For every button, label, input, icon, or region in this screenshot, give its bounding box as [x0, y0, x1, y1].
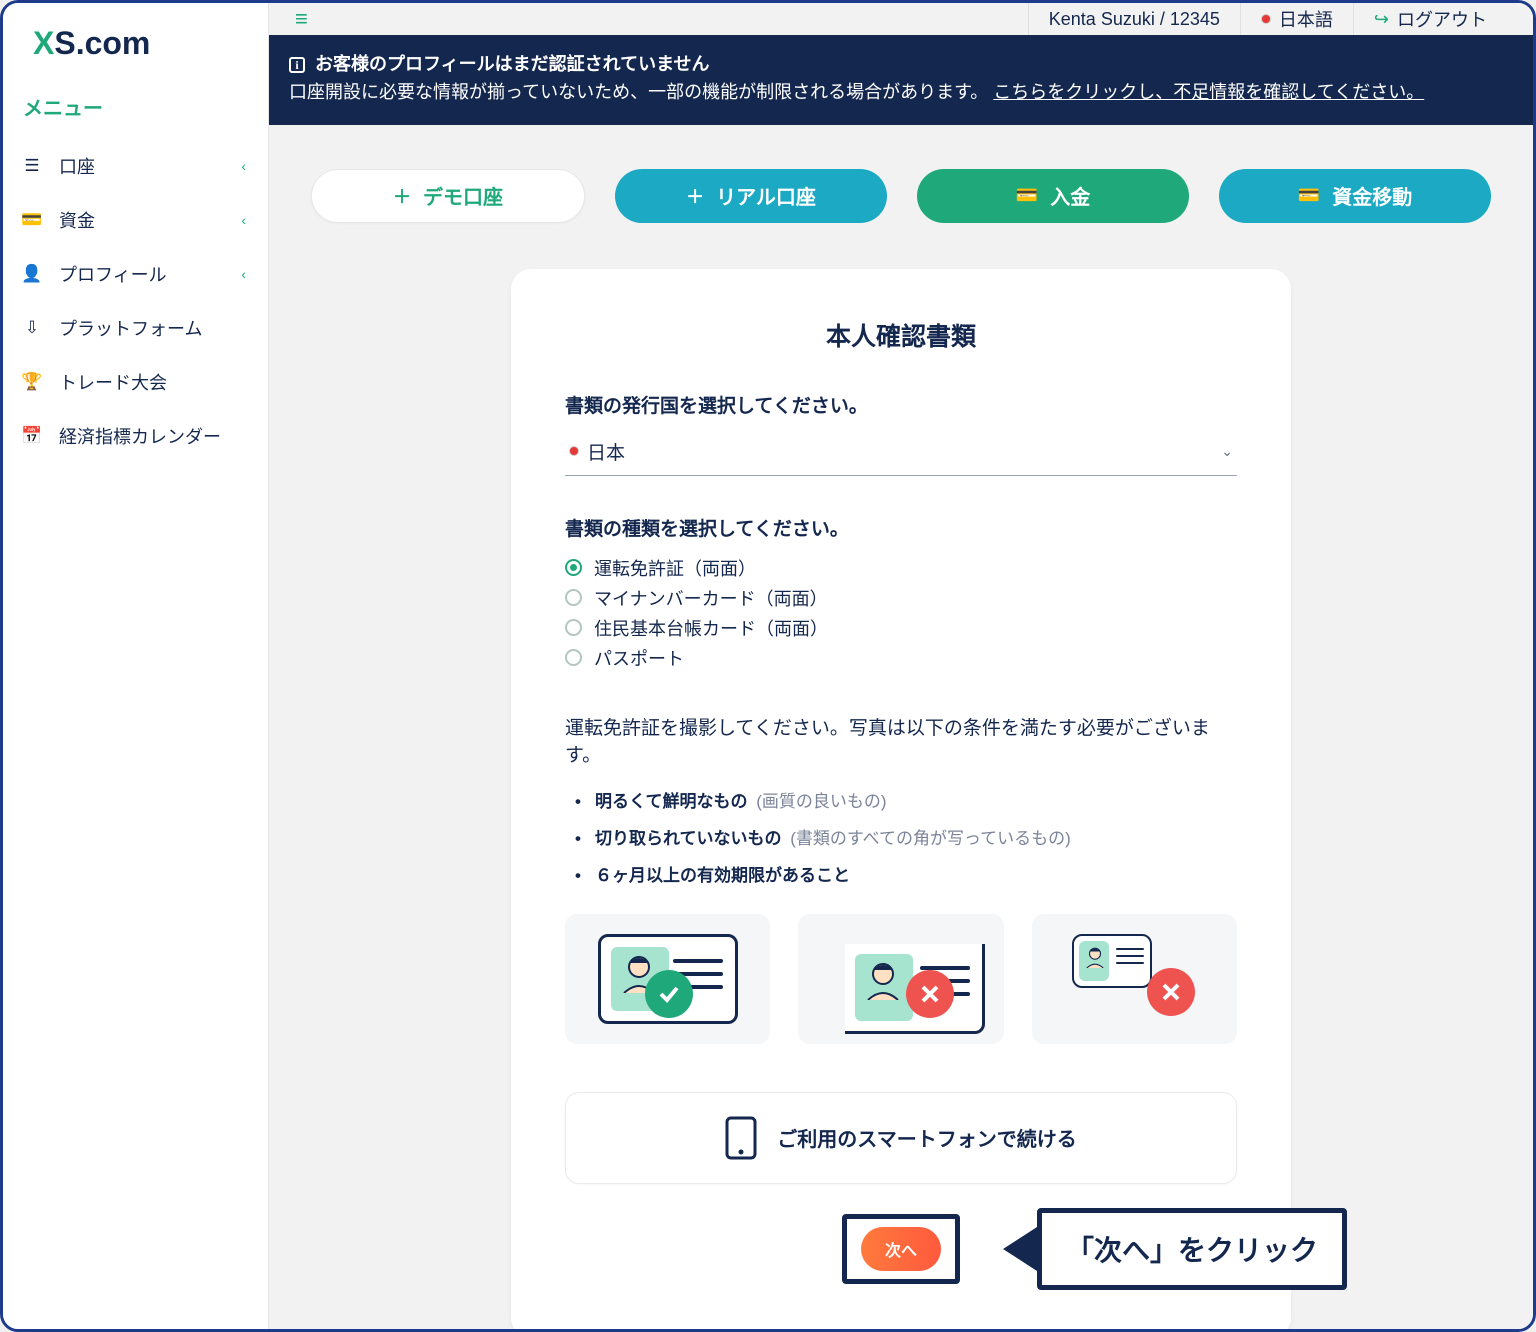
- plus-icon: ＋: [393, 183, 411, 209]
- verification-alert: iお客様のプロフィールはまだ認証されていません 口座開設に必要な情報が揃っていな…: [269, 35, 1533, 125]
- issuer-select[interactable]: 日本 ⌄: [565, 432, 1237, 476]
- sidebar-item-profile[interactable]: 👤プロフィール‹: [3, 247, 268, 301]
- radio-resident-card[interactable]: 住民基本台帳カード（両面）: [565, 615, 1237, 641]
- demo-account-button[interactable]: ＋デモ口座: [311, 169, 585, 223]
- sidebar-item-accounts[interactable]: ☰口座‹: [3, 139, 268, 193]
- smartphone-icon: [725, 1116, 757, 1160]
- example-good: [565, 914, 770, 1044]
- radio-drivers-license[interactable]: 運転免許証（両面）: [565, 555, 1237, 581]
- trophy-icon: 🏆: [21, 372, 43, 392]
- topbar-language[interactable]: 日本語: [1240, 3, 1353, 35]
- radio-icon: [565, 649, 582, 666]
- face-icon: [863, 960, 903, 1000]
- callout-arrow-icon: [1003, 1227, 1037, 1271]
- sidebar-item-platform[interactable]: ⇩プラットフォーム: [3, 301, 268, 355]
- wallet-icon: 💳: [21, 210, 43, 230]
- instruction-text: 運転免許証を撮影してください。写真は以下の条件を満たす必要がございます。: [565, 713, 1237, 767]
- cross-icon: [1147, 968, 1195, 1016]
- real-account-button[interactable]: ＋リアル口座: [615, 169, 887, 223]
- example-bad-small: [1032, 914, 1237, 1044]
- radio-mynumber[interactable]: マイナンバーカード（両面）: [565, 585, 1237, 611]
- japan-flag-icon: [1261, 14, 1271, 24]
- continue-on-phone-button[interactable]: ご利用のスマートフォンで続ける: [565, 1092, 1237, 1184]
- sidebar-item-competition[interactable]: 🏆トレード大会: [3, 355, 268, 409]
- menu-title: メニュー: [3, 80, 268, 131]
- chevron-left-icon: ‹: [241, 266, 246, 282]
- plus-icon: ＋: [686, 183, 704, 209]
- logo: XS.com: [3, 3, 268, 80]
- calendar-icon: 📅: [21, 426, 43, 446]
- topbar-user[interactable]: Kenta Suzuki / 12345: [1028, 3, 1240, 35]
- radio-icon: [565, 559, 582, 576]
- info-icon: i: [289, 57, 305, 73]
- radio-passport[interactable]: パスポート: [565, 645, 1237, 671]
- type-label: 書類の種類を選択してください。: [565, 514, 1237, 541]
- sidebar: XS.com メニュー ☰口座‹ 💳資金‹ 👤プロフィール‹ ⇩プラットフォーム…: [3, 3, 269, 1329]
- card-icon: 💳: [1016, 185, 1038, 206]
- radio-icon: [565, 589, 582, 606]
- download-icon: ⇩: [21, 318, 43, 338]
- issuer-label: 書類の発行国を選択してください。: [565, 391, 1237, 418]
- face-icon: [1084, 946, 1106, 968]
- card-title: 本人確認書類: [565, 317, 1237, 353]
- card-icon: 💳: [1298, 185, 1320, 206]
- sidebar-item-calendar[interactable]: 📅経済指標カレンダー: [3, 409, 268, 463]
- topbar-logout[interactable]: ↪ログアウト: [1353, 3, 1507, 35]
- kyc-card: 本人確認書類 書類の発行国を選択してください。 日本 ⌄ 書類の種類を選択してく…: [511, 269, 1291, 1332]
- transfer-button[interactable]: 💳資金移動: [1219, 169, 1491, 223]
- chevron-left-icon: ‹: [241, 158, 246, 174]
- example-bad-cropped: [798, 914, 1003, 1044]
- chevron-left-icon: ‹: [241, 212, 246, 228]
- next-highlight-box: 次へ: [842, 1214, 960, 1284]
- user-icon: 👤: [21, 264, 43, 284]
- japan-flag-icon: [569, 446, 579, 456]
- callout-annotation: 「次へ」をクリック: [1003, 1208, 1347, 1290]
- sidebar-item-funds[interactable]: 💳資金‹: [3, 193, 268, 247]
- logout-icon: ↪: [1374, 9, 1389, 30]
- next-button[interactable]: 次へ: [861, 1227, 941, 1271]
- cross-icon: [906, 970, 954, 1018]
- deposit-button[interactable]: 💳入金: [917, 169, 1189, 223]
- list-icon: ☰: [21, 156, 43, 176]
- check-icon: [645, 970, 693, 1018]
- topbar: ≡ Kenta Suzuki / 12345 日本語 ↪ログアウト: [269, 3, 1533, 35]
- conditions-list: 明るくて鮮明なもの (画質の良いもの) 切り取られていないもの (書類のすべての…: [565, 787, 1237, 886]
- hamburger-icon[interactable]: ≡: [295, 6, 308, 32]
- alert-link[interactable]: こちらをクリックし、不足情報を確認してください。: [993, 82, 1424, 102]
- radio-icon: [565, 619, 582, 636]
- chevron-down-icon: ⌄: [1221, 443, 1233, 460]
